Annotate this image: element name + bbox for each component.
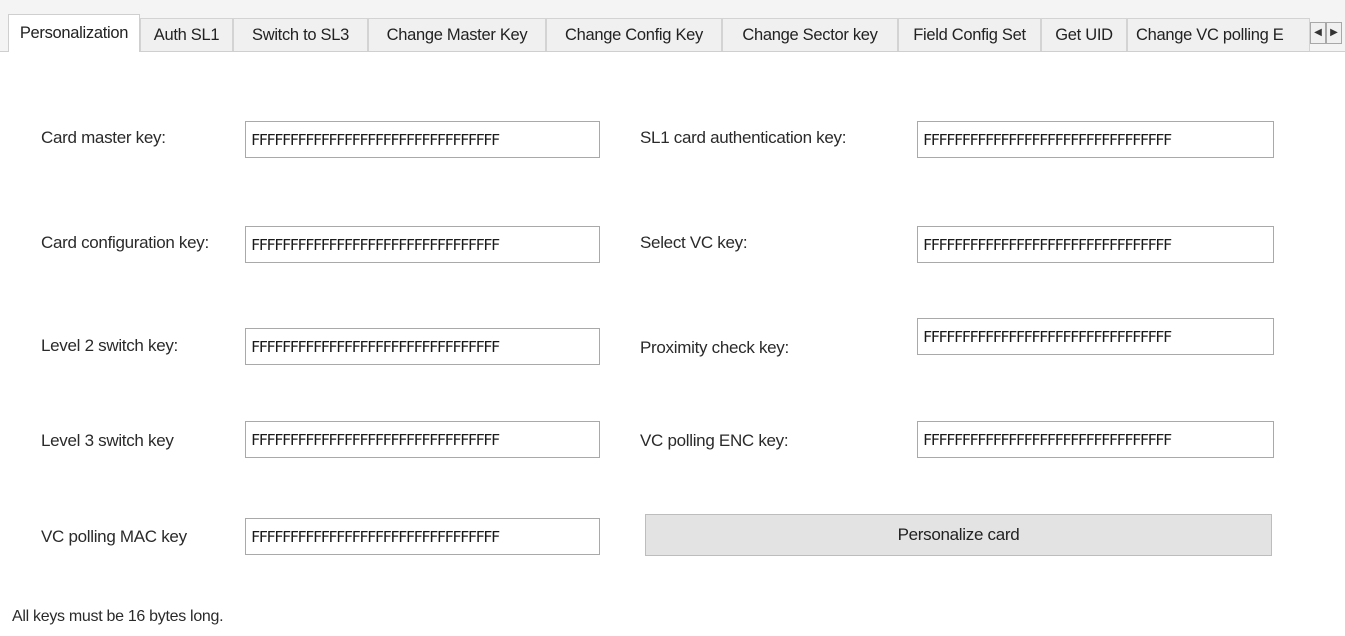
tab-change-sector-key[interactable]: Change Sector key: [722, 18, 898, 51]
level-3-switch-key-field[interactable]: [245, 421, 600, 458]
sl1-card-authentication-key-label: SL1 card authentication key:: [640, 128, 847, 147]
tab-bar: Personalization Auth SL1 Switch to SL3 C…: [0, 0, 1345, 52]
card-configuration-key-label: Card configuration key:: [41, 233, 209, 252]
tab-change-master-key[interactable]: Change Master Key: [368, 18, 546, 51]
level-3-switch-key-label: Level 3 switch key: [41, 431, 174, 450]
sl1-card-authentication-key-field[interactable]: [917, 121, 1274, 158]
tab-scroll-left-icon[interactable]: ◀: [1310, 22, 1326, 44]
tab-get-uid[interactable]: Get UID: [1041, 18, 1127, 51]
vc-polling-enc-key-label: VC polling ENC key:: [640, 431, 789, 450]
level-2-switch-key-label: Level 2 switch key:: [41, 336, 178, 355]
personalize-card-button[interactable]: Personalize card: [645, 514, 1272, 556]
vc-polling-mac-key-label: VC polling MAC key: [41, 527, 187, 546]
tab-divider: [0, 51, 1345, 52]
tab-change-vc-polling[interactable]: Change VC polling E: [1127, 18, 1310, 51]
proximity-check-key-label: Proximity check key:: [640, 338, 789, 357]
select-vc-key-label: Select VC key:: [640, 233, 748, 252]
card-master-key-label: Card master key:: [41, 128, 166, 147]
tab-personalization[interactable]: Personalization: [8, 14, 140, 52]
card-master-key-field[interactable]: [245, 121, 600, 158]
level-2-switch-key-field[interactable]: [245, 328, 600, 365]
select-vc-key-field[interactable]: [917, 226, 1274, 263]
tab-switch-to-sl3[interactable]: Switch to SL3: [233, 18, 368, 51]
tab-change-config-key[interactable]: Change Config Key: [546, 18, 722, 51]
vc-polling-mac-key-field[interactable]: [245, 518, 600, 555]
tab-auth-sl1[interactable]: Auth SL1: [140, 18, 233, 51]
card-configuration-key-field[interactable]: [245, 226, 600, 263]
vc-polling-enc-key-field[interactable]: [917, 421, 1274, 458]
tab-scroll-right-icon[interactable]: ▶: [1326, 22, 1342, 44]
proximity-check-key-field[interactable]: [917, 318, 1274, 355]
key-length-note: All keys must be 16 bytes long.: [12, 608, 224, 625]
tab-field-config-set[interactable]: Field Config Set: [898, 18, 1041, 51]
